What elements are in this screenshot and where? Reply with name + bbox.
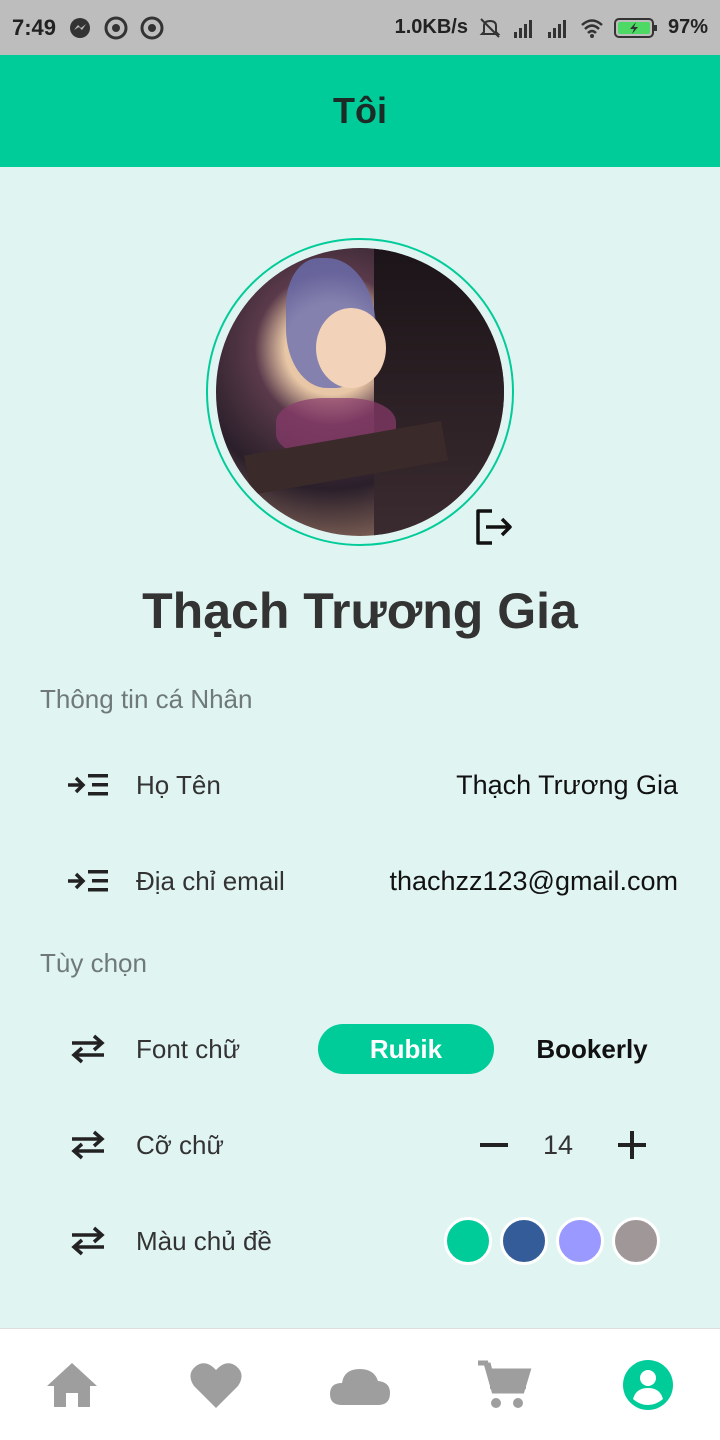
font-size-label: Cỡ chữ [136, 1129, 224, 1160]
status-time: 7:49 [12, 14, 57, 40]
options-section-title: Tùy chọn [40, 948, 147, 978]
indent-icon [64, 765, 112, 805]
full-name-row[interactable]: Họ Tên Thạch Trương Gia [0, 750, 720, 820]
swap-icon [64, 1125, 112, 1165]
font-size-value: 14 [542, 1129, 574, 1160]
email-row[interactable]: Địa chỉ email thachzz123@gmail.com [0, 846, 720, 916]
avatar-ring [206, 238, 514, 546]
font-option-bookerly[interactable]: Bookerly [520, 1024, 664, 1074]
theme-swatch-lavender[interactable] [556, 1217, 604, 1265]
email-value: thachzz123@gmail.com [389, 865, 678, 896]
theme-swatch-gray[interactable] [612, 1217, 660, 1265]
heart-icon [190, 1363, 242, 1408]
nav-cart[interactable] [468, 1353, 540, 1417]
theme-color-row: Màu chủ đề [0, 1206, 720, 1276]
account-icon [623, 1360, 673, 1410]
font-option-rubik[interactable]: Rubik [318, 1024, 494, 1074]
font-label: Font chữ [136, 1033, 241, 1064]
full-name-value: Thạch Trương Gia [456, 769, 678, 800]
font-row: Font chữ Rubik Bookerly [0, 1014, 720, 1084]
messenger-icon [70, 17, 91, 38]
signal-icon [547, 19, 566, 38]
app-bar: Tôi [0, 55, 720, 167]
battery-percent: 97% [667, 16, 708, 38]
theme-color-label: Màu chủ đề [136, 1225, 272, 1256]
email-label: Địa chỉ email [136, 865, 285, 896]
battery-icon [613, 17, 657, 38]
page-title: Tôi [333, 90, 387, 131]
user-name: Thạch Trương Gia [142, 583, 578, 639]
nav-home[interactable] [36, 1353, 108, 1417]
font-size-row: Cỡ chữ 14 [0, 1110, 720, 1180]
app-icon [104, 16, 128, 39]
logout-button[interactable] [470, 505, 518, 549]
theme-swatch-green[interactable] [444, 1217, 492, 1265]
nav-cloud[interactable] [324, 1353, 396, 1417]
network-speed: 1.0KB/s [394, 16, 468, 38]
swap-icon [64, 1029, 112, 1069]
swap-icon [64, 1221, 112, 1261]
status-bar: 7:49 1.0KB/s 97% [0, 0, 720, 55]
plus-icon [618, 1131, 646, 1159]
logout-icon [476, 509, 512, 545]
increase-font-size-button[interactable] [610, 1123, 654, 1167]
avatar[interactable] [216, 248, 504, 536]
nav-account[interactable] [612, 1353, 684, 1417]
mute-icon [479, 17, 501, 38]
minus-icon [480, 1143, 508, 1147]
nav-favorites[interactable] [180, 1353, 252, 1417]
theme-swatch-blue[interactable] [500, 1217, 548, 1265]
indent-icon [64, 861, 112, 901]
app-icon [140, 16, 164, 39]
home-icon [47, 1363, 97, 1407]
signal-icon [513, 19, 532, 38]
cloud-icon [330, 1369, 390, 1405]
decrease-font-size-button[interactable] [472, 1123, 516, 1167]
cart-icon [478, 1360, 532, 1408]
personal-section-title: Thông tin cá Nhân [40, 684, 253, 714]
full-name-label: Họ Tên [136, 769, 221, 800]
wifi-icon [581, 18, 603, 38]
bottom-nav [0, 1328, 720, 1440]
